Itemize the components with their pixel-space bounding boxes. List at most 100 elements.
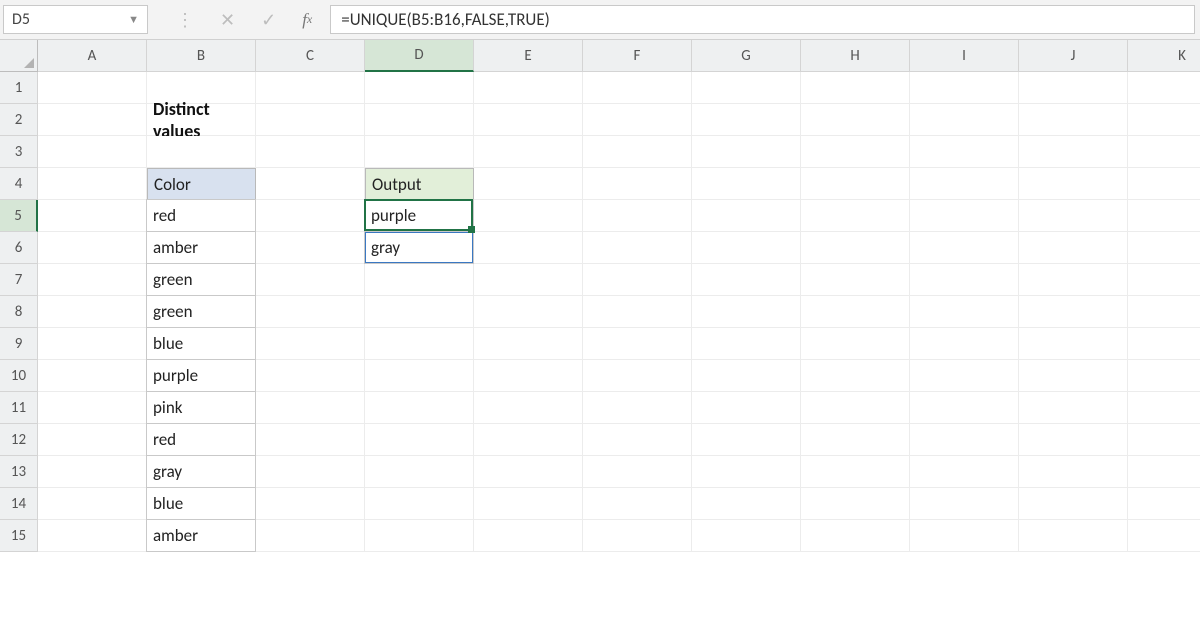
cell-D9[interactable]	[365, 328, 474, 360]
cell-C7[interactable]	[256, 264, 365, 296]
cell-K1[interactable]	[1128, 72, 1200, 104]
col-header-B[interactable]: B	[147, 40, 256, 72]
cell-E10[interactable]	[474, 360, 583, 392]
cell-J1[interactable]	[1019, 72, 1128, 104]
cell-E3[interactable]	[474, 136, 583, 168]
cell-H15[interactable]	[801, 520, 910, 552]
row-header-13[interactable]: 13	[0, 456, 38, 488]
cell-F4[interactable]	[583, 168, 692, 200]
cell-I11[interactable]	[910, 392, 1019, 424]
cell-K4[interactable]	[1128, 168, 1200, 200]
cell-I15[interactable]	[910, 520, 1019, 552]
cell-F13[interactable]	[583, 456, 692, 488]
cell-H10[interactable]	[801, 360, 910, 392]
cell-H5[interactable]	[801, 200, 910, 232]
cell-J14[interactable]	[1019, 488, 1128, 520]
cell-G8[interactable]	[692, 296, 801, 328]
cell-J11[interactable]	[1019, 392, 1128, 424]
cell-H11[interactable]	[801, 392, 910, 424]
cell-C6[interactable]	[256, 232, 365, 264]
cell-C9[interactable]	[256, 328, 365, 360]
row-header-4[interactable]: 4	[0, 168, 38, 200]
cell-K8[interactable]	[1128, 296, 1200, 328]
row-header-5[interactable]: 5	[0, 200, 38, 232]
cell-C13[interactable]	[256, 456, 365, 488]
row-header-11[interactable]: 11	[0, 392, 38, 424]
cell-C5[interactable]	[256, 200, 365, 232]
cell-A10[interactable]	[38, 360, 147, 392]
cell-D10[interactable]	[365, 360, 474, 392]
cell-E4[interactable]	[474, 168, 583, 200]
col-header-A[interactable]: A	[38, 40, 147, 72]
cell-J13[interactable]	[1019, 456, 1128, 488]
cell-E14[interactable]	[474, 488, 583, 520]
cell-C14[interactable]	[256, 488, 365, 520]
cell-I14[interactable]	[910, 488, 1019, 520]
cell-D14[interactable]	[365, 488, 474, 520]
row-header-14[interactable]: 14	[0, 488, 38, 520]
cell-F7[interactable]	[583, 264, 692, 296]
cell-E15[interactable]	[474, 520, 583, 552]
cell-G15[interactable]	[692, 520, 801, 552]
col-header-G[interactable]: G	[692, 40, 801, 72]
cell-F14[interactable]	[583, 488, 692, 520]
cell-H12[interactable]	[801, 424, 910, 456]
cell-E9[interactable]	[474, 328, 583, 360]
formula-input[interactable]: =UNIQUE(B5:B16,FALSE,TRUE)	[330, 5, 1195, 34]
row-header-8[interactable]: 8	[0, 296, 38, 328]
cell-J12[interactable]	[1019, 424, 1128, 456]
cell-F9[interactable]	[583, 328, 692, 360]
cell-F5[interactable]	[583, 200, 692, 232]
cell-C4[interactable]	[256, 168, 365, 200]
worksheet[interactable]: ABCDEFGHIJK12Distinct values34ColorOutpu…	[0, 40, 1200, 552]
cell-E6[interactable]	[474, 232, 583, 264]
cell-I13[interactable]	[910, 456, 1019, 488]
row-header-10[interactable]: 10	[0, 360, 38, 392]
cell-G5[interactable]	[692, 200, 801, 232]
cell-K7[interactable]	[1128, 264, 1200, 296]
cell-J8[interactable]	[1019, 296, 1128, 328]
page-title[interactable]: Distinct values	[147, 104, 256, 136]
cell-H14[interactable]	[801, 488, 910, 520]
cell-K10[interactable]	[1128, 360, 1200, 392]
cell-A14[interactable]	[38, 488, 147, 520]
cell-G13[interactable]	[692, 456, 801, 488]
cell-A4[interactable]	[38, 168, 147, 200]
col-header-F[interactable]: F	[583, 40, 692, 72]
col-header-D[interactable]: D	[365, 40, 474, 72]
cell-I10[interactable]	[910, 360, 1019, 392]
cell-G10[interactable]	[692, 360, 801, 392]
cell-H13[interactable]	[801, 456, 910, 488]
cell-G2[interactable]	[692, 104, 801, 136]
output-value[interactable]: purple	[364, 199, 474, 232]
cell-J4[interactable]	[1019, 168, 1128, 200]
cell-A9[interactable]	[38, 328, 147, 360]
cell-C15[interactable]	[256, 520, 365, 552]
cell-J6[interactable]	[1019, 232, 1128, 264]
cell-G6[interactable]	[692, 232, 801, 264]
row-header-12[interactable]: 12	[0, 424, 38, 456]
cell-H8[interactable]	[801, 296, 910, 328]
chevron-down-icon[interactable]: ▼	[128, 13, 139, 26]
cell-F15[interactable]	[583, 520, 692, 552]
cell-D3[interactable]	[365, 136, 474, 168]
cancel-icon[interactable]: ✕	[220, 9, 235, 31]
col-header-H[interactable]: H	[801, 40, 910, 72]
cell-A7[interactable]	[38, 264, 147, 296]
cell-G14[interactable]	[692, 488, 801, 520]
fx-icon[interactable]: fx	[302, 10, 312, 30]
name-box[interactable]: D5 ▼	[3, 5, 148, 34]
cell-I4[interactable]	[910, 168, 1019, 200]
color-value[interactable]: pink	[146, 391, 256, 424]
cell-J10[interactable]	[1019, 360, 1128, 392]
cell-H7[interactable]	[801, 264, 910, 296]
cell-H1[interactable]	[801, 72, 910, 104]
color-value[interactable]: blue	[146, 327, 256, 360]
cell-F1[interactable]	[583, 72, 692, 104]
cell-K2[interactable]	[1128, 104, 1200, 136]
cell-F10[interactable]	[583, 360, 692, 392]
cell-D1[interactable]	[365, 72, 474, 104]
cell-C3[interactable]	[256, 136, 365, 168]
cell-J3[interactable]	[1019, 136, 1128, 168]
cell-I5[interactable]	[910, 200, 1019, 232]
